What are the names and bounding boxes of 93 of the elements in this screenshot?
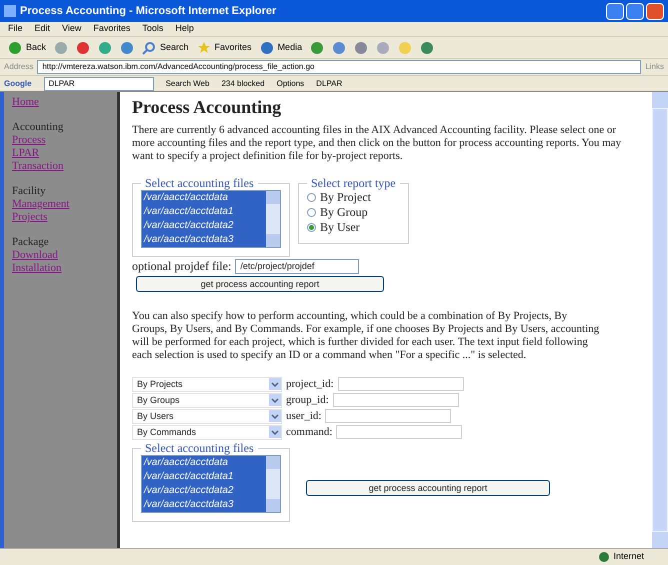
toolbar-button[interactable] (98, 40, 112, 54)
zone-label: Internet (613, 550, 644, 564)
dropdown-icon (269, 426, 281, 438)
page-scrollbar[interactable] (652, 92, 668, 548)
toolbar-button[interactable] (354, 40, 368, 54)
file-option[interactable]: /var/aacct/acctdata (142, 191, 266, 205)
toolbar-button[interactable] (332, 40, 346, 54)
group-legend: Select report type (307, 177, 400, 190)
page-title: Process Accounting (132, 96, 282, 118)
search-web-button[interactable]: Search Web (166, 78, 210, 90)
toolbar-button[interactable]: Search (142, 40, 189, 54)
sidebar-heading: Package (12, 236, 50, 249)
options-button[interactable]: Options (276, 78, 304, 90)
dropdown-icon (269, 394, 281, 406)
minimize-button[interactable] (606, 2, 624, 20)
projdef-label: optional projdef file: (132, 260, 232, 273)
toolbar-icon (98, 40, 112, 54)
toolbar-icon (332, 40, 346, 54)
file-listbox[interactable]: /var/aacct/acctdata /var/aacct/acctdata1 /var/aacct/acctdata2 /var/aacct/acctdata3 (141, 455, 281, 513)
file-option[interactable]: /var/aacct/acctdata2 (142, 484, 266, 498)
criteria-label: project_id: (286, 378, 334, 390)
menu-item[interactable]: View (62, 22, 82, 36)
criteria-label: group_id: (286, 394, 329, 406)
window-title: Process Accounting - Microsoft Internet Explorer (20, 4, 278, 19)
star-icon (196, 40, 211, 54)
group-legend: Select accounting files (141, 177, 258, 190)
toolbar-icon (398, 40, 412, 54)
file-listbox[interactable]: /var/aacct/acctdata /var/aacct/acctdata1 /var/aacct/acctdata2 /var/aacct/acctdata3 (141, 190, 281, 248)
toolbar-button[interactable] (376, 40, 390, 54)
explain-paragraph: You can also specify how to perform accounting, which could be a combination of By Projects, By Groups, By Users, and By Commands. For example, if one chooses By Projects and By Users, accounting will be performed for each project, which is further divided for each user. The text input field following each selection is used to specify an ID or a command when "For a specific ..." is selected. (132, 310, 600, 362)
group-legend: Select accounting files (141, 442, 258, 455)
sidebar-heading: Accounting (12, 121, 64, 134)
address-field[interactable]: http://vmtereza.watson.ibm.com/AdvancedAccounting/process_file_action.go (37, 60, 642, 74)
criteria-field[interactable] (338, 377, 464, 391)
radio-icon[interactable] (307, 223, 316, 232)
file-option[interactable]: /var/aacct/acctdata1 (142, 470, 266, 484)
report-type-radio[interactable]: By Project (307, 190, 400, 205)
criteria-select[interactable]: By Groups (132, 392, 282, 408)
criteria-field[interactable] (332, 393, 459, 407)
close-button[interactable] (646, 2, 664, 20)
projdef-field[interactable]: /etc/project/projdef (235, 259, 360, 274)
dropdown-icon (269, 378, 281, 390)
toolbar-icon (120, 40, 134, 54)
toolbar-button[interactable] (310, 40, 324, 54)
magnifier-icon (142, 40, 156, 54)
dropdown-icon (269, 410, 281, 422)
file-option[interactable]: /var/aacct/acctdata3 (142, 498, 266, 512)
report-button[interactable]: get process accounting report (306, 480, 550, 496)
toolbar-button[interactable] (76, 40, 90, 54)
intro-paragraph: There are currently 6 advanced accounting files in the AIX Advanced Accounting facility. Please select one or more accounting files and the report type, and then click on the button for process accounting reports. You may want to specify a project definition file for by-project reports. (132, 124, 622, 163)
toolbar-icon (76, 40, 90, 54)
criteria-label: command: (286, 426, 332, 438)
toolbar-button[interactable]: Media (260, 40, 302, 54)
report-type-radio[interactable]: By User (307, 220, 400, 235)
criteria-select[interactable]: By Users (132, 408, 282, 424)
toolbar-button[interactable] (120, 40, 134, 54)
address-label: Address (4, 61, 34, 73)
file-option[interactable]: /var/aacct/acctdata1 (142, 205, 266, 219)
radio-icon[interactable] (307, 208, 316, 217)
dlpar-button[interactable]: DLPAR (316, 78, 342, 90)
toolbar-icon (260, 40, 274, 54)
menu-item[interactable]: Favorites (93, 22, 130, 36)
criteria-label: user_id: (286, 410, 322, 422)
file-option[interactable]: /var/aacct/acctdata2 (142, 219, 266, 233)
menu-item[interactable]: Tools (142, 22, 164, 36)
criteria-select[interactable]: By Projects (132, 376, 282, 392)
toolbar-icon (354, 40, 368, 54)
menu-item[interactable]: Help (175, 22, 194, 36)
popup-blocked-button[interactable]: 234 blocked (221, 78, 265, 90)
scrollbar[interactable] (266, 191, 280, 247)
maximize-button[interactable] (626, 2, 644, 20)
sidebar-heading: Facility (12, 185, 47, 198)
google-logo[interactable]: Google (4, 78, 32, 90)
toolbar-button[interactable]: Back (8, 40, 46, 54)
file-option[interactable]: /var/aacct/acctdata3 (142, 233, 266, 247)
file-option[interactable]: /var/aacct/acctdata (142, 456, 266, 470)
globe-icon (599, 552, 610, 562)
toolbar-icon (310, 40, 324, 54)
toolbar-icon (420, 40, 434, 54)
report-type-radio[interactable]: By Group (307, 205, 400, 220)
report-button[interactable]: get process accounting report (136, 276, 384, 292)
scrollbar[interactable] (266, 456, 280, 512)
toolbar-icon (376, 40, 390, 54)
criteria-select[interactable]: By Commands (132, 424, 282, 440)
menu-item[interactable]: Edit (34, 22, 50, 36)
toolbar-button[interactable]: Favorites (196, 40, 252, 54)
criteria-field[interactable] (336, 425, 462, 439)
browser-icon (4, 5, 16, 17)
criteria-field[interactable] (325, 409, 452, 423)
radio-icon[interactable] (307, 193, 316, 202)
google-search-field[interactable]: DLPAR (44, 76, 154, 90)
toolbar-button[interactable] (420, 40, 434, 54)
menu-item[interactable]: File (8, 22, 23, 36)
